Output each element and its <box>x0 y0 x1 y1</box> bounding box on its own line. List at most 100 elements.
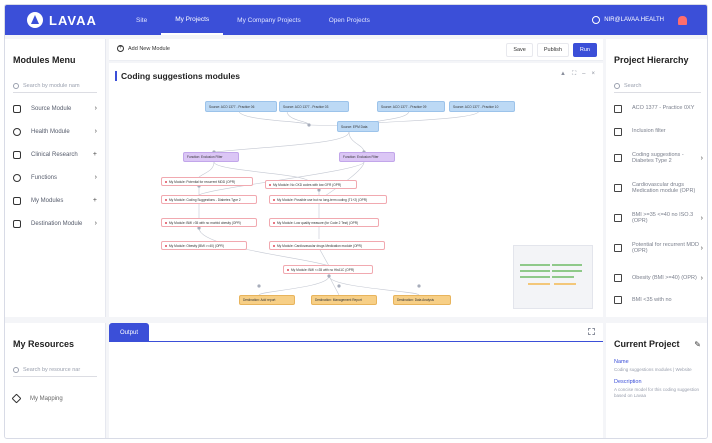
node-destination-data-analysis[interactable]: Destination: Data Analysis <box>393 295 451 305</box>
minimize-icon[interactable]: – <box>582 71 585 78</box>
module-item-label: Functions <box>31 174 58 181</box>
main-nav: Site My Projects My Company Projects Ope… <box>122 5 384 35</box>
logo[interactable]: LAVAA <box>27 12 122 28</box>
node-module-long-term-coding[interactable]: My Module: Possible use but no long-term… <box>269 195 387 204</box>
hierarchy-item[interactable]: Potential for recurrent MDD (OPR) › <box>606 233 707 263</box>
nav-my-projects[interactable]: My Projects <box>161 5 224 35</box>
hierarchy-search-placeholder: Search <box>624 82 642 89</box>
project-hierarchy-panel: Project Hierarchy Search ACO 1377 - Prac… <box>606 39 707 317</box>
canvas-minimap[interactable] <box>513 245 593 309</box>
node-destination-management-report[interactable]: Destination: Management Report <box>311 295 377 305</box>
module-item-my-modules[interactable]: My Modules + <box>5 189 105 212</box>
node-module-cardiovascular[interactable]: My Module: Cardiovascular drugs Medicati… <box>269 241 385 250</box>
node-exclusion-filter-2[interactable]: Function: Exclusion Filter <box>339 152 395 162</box>
hierarchy-item[interactable]: Obesity (BMI >=40) (OPR) › <box>606 263 707 293</box>
hierarchy-item[interactable]: Coding suggestions - Diabetes Type 2 › <box>606 143 707 173</box>
close-icon[interactable]: × <box>591 71 595 78</box>
export-icon <box>13 219 21 228</box>
module-list: Source Module › Health Module › Clinical… <box>5 97 105 235</box>
hierarchy-item[interactable]: ACO 1377 - Practice 0XY <box>606 97 707 120</box>
module-item-destination[interactable]: Destination Module › <box>5 212 105 235</box>
chevron-right-icon: › <box>94 128 97 135</box>
project-hierarchy-title: Project Hierarchy <box>614 55 689 65</box>
minimap-preview <box>520 264 582 285</box>
hierarchy-item-label: Obesity (BMI >=40) (OPR) <box>632 274 697 281</box>
search-icon <box>13 366 19 373</box>
module-item-functions[interactable]: Functions › <box>5 166 105 189</box>
collapse-icon[interactable]: ▲ <box>560 71 566 78</box>
hierarchy-item-label: BMI <35 with no <box>632 296 672 303</box>
node-source-practice-03[interactable]: Source: ACO 1377 - Practice 03 <box>279 101 349 112</box>
module-item-source[interactable]: Source Module › <box>5 97 105 120</box>
resource-item-my-mapping[interactable]: My Mapping <box>5 377 105 404</box>
plus-icon: + <box>92 197 97 204</box>
node-copy-icon <box>614 154 622 162</box>
resource-item-label: My Mapping <box>30 395 63 402</box>
node-exclusion-filter-1[interactable]: Function: Exclusion Filter <box>183 152 239 162</box>
node-module-obesity[interactable]: My Module: Obesity (BMI >=40) (OPR) <box>161 241 247 250</box>
save-button[interactable]: Save <box>506 43 533 57</box>
edit-pencil-icon[interactable]: ✎ <box>694 340 701 349</box>
hierarchy-item-label: Inclusion filter <box>632 128 666 135</box>
run-button[interactable]: Run <box>572 43 597 57</box>
top-right-area: NIR@LAVAA.HEALTH <box>592 5 687 35</box>
heart-icon <box>13 127 21 136</box>
module-item-label: Health Module <box>31 128 70 135</box>
node-source-practice-10[interactable]: Source: ACO 1377 - Practice 10 <box>449 101 515 112</box>
user-menu[interactable]: NIR@LAVAA.HEALTH <box>592 16 664 24</box>
mapping-icon <box>11 393 22 404</box>
modules-menu-panel: Modules Menu Search by module nam Source… <box>5 39 106 317</box>
module-item-label: Source Module <box>31 105 72 112</box>
plus-circle-icon: + <box>117 45 124 52</box>
module-search-input[interactable]: Search by module nam <box>13 79 97 93</box>
hierarchy-item[interactable]: Cardiovascular drugs Medication module (… <box>606 173 707 203</box>
hierarchy-search-input[interactable]: Search <box>614 79 701 93</box>
hierarchy-item[interactable]: Inclusion filter <box>606 120 707 143</box>
expand-icon[interactable] <box>588 328 595 335</box>
nav-site[interactable]: Site <box>122 5 161 35</box>
node-source-practice-09[interactable]: Source: ACO 1377 - Practice 09 <box>377 101 445 112</box>
module-item-label: My Modules <box>31 197 64 204</box>
node-module-coding-suggestions[interactable]: My Module: Coding Suggestions - Diabetes… <box>161 195 257 204</box>
my-resources-panel: My Resources Search by resource nar My M… <box>5 323 106 438</box>
tab-output[interactable]: Output <box>109 323 149 342</box>
my-resources-title: My Resources <box>13 339 75 349</box>
hierarchy-item-label: ACO 1377 - Practice 0XY <box>632 105 695 112</box>
node-module-recurrent-mdd[interactable]: My Module: Potential for recurrent MDD (… <box>161 177 253 186</box>
workflow-canvas[interactable]: Coding suggestions modules ▲ ⛶ – × Sourc… <box>109 63 603 317</box>
node-module-bmi-hba1c[interactable]: My Module: BMI <=35 with no HbA1C (OPR) <box>283 265 373 274</box>
chevron-right-icon: › <box>94 220 97 227</box>
hierarchy-item-label: BMI >=35 <=40 no ISO.3 (OPR) <box>632 211 694 225</box>
database-icon <box>13 104 21 113</box>
chevron-right-icon: › <box>94 174 97 181</box>
output-tabbar: Output <box>109 323 603 342</box>
minimap-block <box>552 276 574 278</box>
modules-menu-title: Modules Menu <box>13 55 76 65</box>
fit-view-icon[interactable]: ⛶ <box>572 71 576 78</box>
module-item-clinical-research[interactable]: Clinical Research + <box>5 143 105 166</box>
hierarchy-item[interactable]: BMI <35 with no <box>606 293 707 307</box>
hierarchy-item[interactable]: BMI >=35 <=40 no ISO.3 (OPR) › <box>606 203 707 233</box>
module-item-health[interactable]: Health Module › <box>5 120 105 143</box>
nav-my-company-projects[interactable]: My Company Projects <box>223 5 315 35</box>
node-module-low-quality[interactable]: My Module: Low quality measure (for Code… <box>269 218 379 227</box>
node-module-ckd-low-gfr[interactable]: My Module: No CKD codes with low GFR (OP… <box>265 180 357 189</box>
current-project-header: Current Project ✎ <box>606 323 707 349</box>
node-module-bmi-no-obesity[interactable]: My Module: BMI >35 with no morbid obesit… <box>161 218 257 227</box>
node-destination-add-report[interactable]: Destination: Add report <box>239 295 295 305</box>
node-source-epm-data[interactable]: Source: EPM Data <box>337 121 379 132</box>
node-source-practice-06[interactable]: Source: ACO 1377 - Practice 06 <box>205 101 277 112</box>
resource-search-input[interactable]: Search by resource nar <box>13 363 97 377</box>
plus-icon: + <box>92 151 97 158</box>
project-name-value: Coding suggestions modules | Website <box>614 367 692 372</box>
chevron-right-icon: › <box>700 244 703 252</box>
editor-toolbar: + Add New Module Save Publish Run <box>109 39 603 61</box>
minimap-block <box>554 283 576 285</box>
notification-bell-icon[interactable] <box>678 15 687 25</box>
logo-icon <box>27 12 43 28</box>
project-name-label: Name <box>614 359 629 365</box>
nav-open-projects[interactable]: Open Projects <box>315 5 384 35</box>
publish-button[interactable]: Publish <box>536 43 569 57</box>
add-new-module-button[interactable]: + Add New Module <box>117 45 170 52</box>
module-search-placeholder: Search by module nam <box>23 82 80 89</box>
